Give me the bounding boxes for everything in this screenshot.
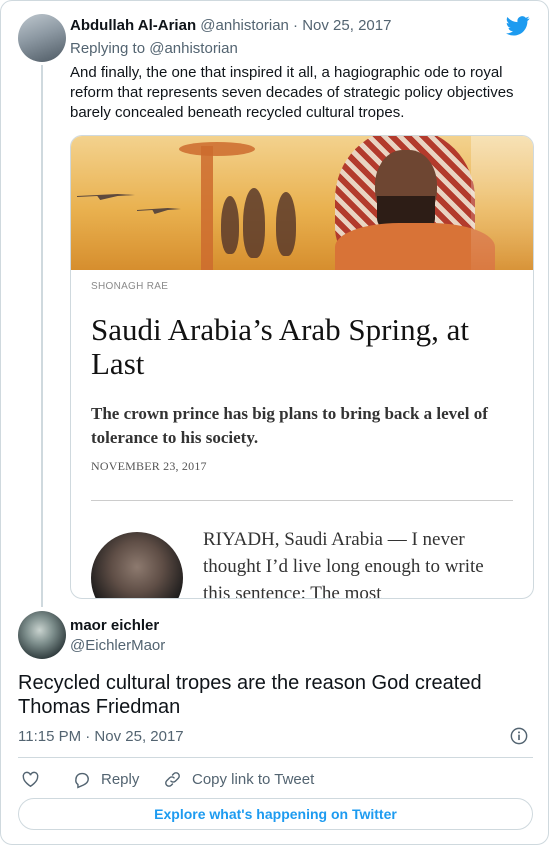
tweet-text: Recycled cultural tropes are the reason … bbox=[18, 672, 482, 718]
explore-button[interactable]: Explore what's happening on Twitter bbox=[18, 798, 533, 830]
article-hero-image bbox=[71, 136, 533, 270]
like-button[interactable] bbox=[21, 768, 50, 790]
author-name[interactable]: maor eichler bbox=[70, 617, 159, 634]
avatar[interactable] bbox=[18, 611, 66, 659]
tweet-header: maor eichler bbox=[70, 617, 159, 634]
replying-label: Replying to bbox=[70, 40, 146, 57]
copy-link-label: Copy link to Tweet bbox=[192, 770, 315, 788]
info-icon[interactable] bbox=[510, 727, 528, 745]
reply-label: Reply bbox=[101, 770, 140, 788]
thread-line bbox=[41, 65, 43, 607]
tweet-header: Abdullah Al-Arian @anhistorian · Nov 25,… bbox=[70, 17, 391, 34]
article-lead: RIYADH, Saudi Arabia — I never thought I… bbox=[203, 529, 484, 599]
tweet-card: Abdullah Al-Arian @anhistorian · Nov 25,… bbox=[0, 0, 549, 845]
replying-to: Replying to @anhistorian bbox=[70, 40, 238, 57]
reply-button[interactable]: Reply bbox=[72, 768, 139, 790]
tweet-timestamp[interactable]: 11:15 PM · Nov 25, 2017 bbox=[18, 728, 184, 745]
author-photo bbox=[91, 532, 183, 598]
twitter-bird-icon[interactable] bbox=[506, 16, 530, 36]
author-name[interactable]: Abdullah Al-Arian bbox=[70, 17, 196, 34]
avatar[interactable] bbox=[18, 14, 66, 62]
copy-link-button[interactable]: Copy link to Tweet bbox=[163, 768, 314, 790]
link-icon bbox=[165, 771, 180, 787]
article-headline[interactable]: Saudi Arabia’s Arab Spring, at Last bbox=[91, 313, 521, 381]
reply-icon bbox=[75, 772, 89, 789]
article-embed[interactable]: SHONAGH RAE Saudi Arabia’s Arab Spring, … bbox=[70, 135, 534, 599]
tweet-text: And finally, the one that inspired it al… bbox=[70, 64, 514, 121]
replying-handle[interactable]: @anhistorian bbox=[149, 40, 238, 57]
author-handle[interactable]: @EichlerMaor bbox=[70, 637, 165, 654]
heart-icon bbox=[22, 771, 39, 787]
author-handle[interactable]: @anhistorian · Nov 25, 2017 bbox=[200, 17, 391, 34]
image-credit: SHONAGH RAE bbox=[91, 281, 169, 292]
divider bbox=[91, 500, 513, 501]
article-date: NOVEMBER 23, 2017 bbox=[91, 459, 207, 473]
article-dek: The crown prince has big plans to bring … bbox=[91, 404, 488, 447]
divider bbox=[18, 757, 533, 758]
